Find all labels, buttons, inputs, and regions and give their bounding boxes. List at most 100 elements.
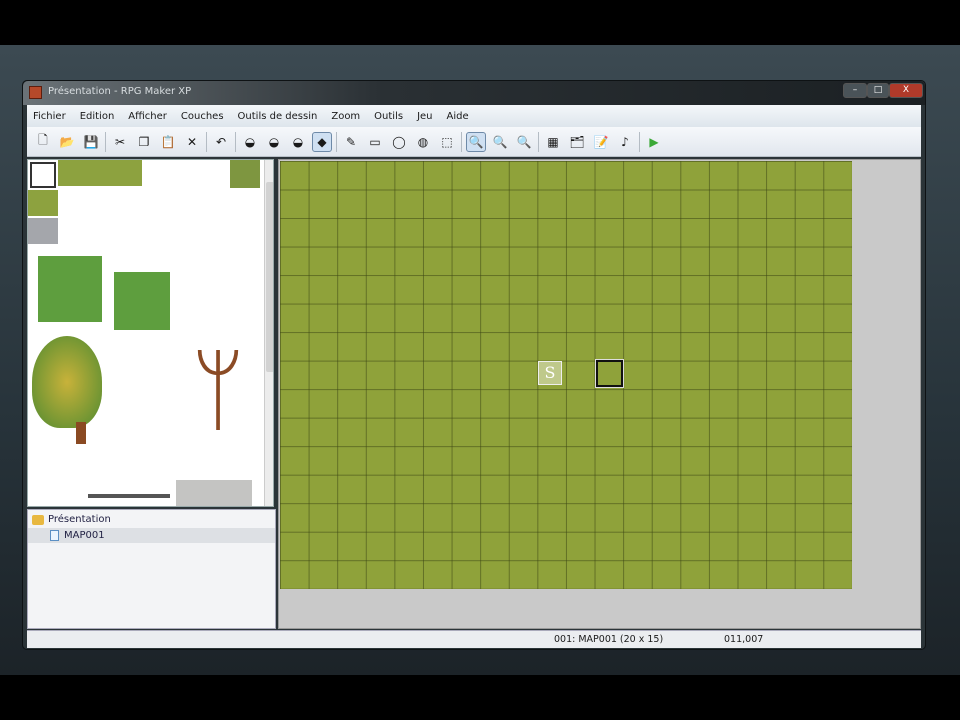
materialbase-icon: 🗂 bbox=[569, 134, 585, 149]
database-icon: ▦ bbox=[547, 134, 559, 149]
menu-fichier[interactable]: Fichier bbox=[33, 111, 66, 122]
save-button[interactable]: 💾 bbox=[81, 132, 101, 152]
grass-tile-row bbox=[58, 160, 142, 186]
title-bar: Présentation - RPG Maker XP – □ X bbox=[23, 81, 925, 105]
delete-icon: ✕ bbox=[186, 134, 198, 149]
status-map-info: 001: MAP001 (20 x 15) bbox=[554, 634, 664, 645]
dead-tree-tile: ᛘ bbox=[191, 338, 245, 443]
toolbar-separator bbox=[461, 131, 462, 152]
minimize-button[interactable]: – bbox=[843, 83, 867, 98]
player-start-event[interactable]: S bbox=[538, 361, 562, 385]
layer2-icon: ◒ bbox=[268, 134, 280, 149]
bench-tile bbox=[88, 494, 170, 498]
toolbar-separator bbox=[336, 131, 337, 152]
tileset-panel[interactable]: ᛘ bbox=[27, 159, 274, 507]
map-tree: Présentation MAP001 bbox=[27, 509, 276, 629]
toolbar-separator bbox=[105, 131, 106, 152]
map-editor[interactable]: S bbox=[278, 159, 921, 629]
layer1-icon: ◒ bbox=[244, 134, 256, 149]
playtest-icon: ▶ bbox=[649, 134, 659, 149]
pencil-icon: ✎ bbox=[345, 134, 357, 149]
menu-afficher[interactable]: Afficher bbox=[128, 111, 167, 122]
bush-tile bbox=[114, 272, 170, 330]
undo-button[interactable]: ↶ bbox=[211, 132, 231, 152]
layer2-button[interactable]: ◒ bbox=[264, 132, 284, 152]
database-button[interactable]: ▦ bbox=[543, 132, 563, 152]
toolbar-separator bbox=[235, 131, 236, 152]
zoom-1-2-button[interactable]: 🔍 bbox=[490, 132, 510, 152]
tree-map-item[interactable]: MAP001 bbox=[28, 528, 275, 543]
status-coordinates: 011,007 bbox=[724, 634, 764, 645]
undo-icon: ↶ bbox=[215, 134, 227, 149]
events-layer-button[interactable]: ◆ bbox=[312, 131, 332, 152]
map-canvas[interactable]: S bbox=[280, 161, 852, 589]
bush-tile bbox=[38, 256, 102, 322]
tree-project[interactable]: Présentation bbox=[32, 514, 111, 525]
select-button[interactable]: ⬚ bbox=[437, 132, 457, 152]
copy-icon: ❐ bbox=[138, 134, 150, 149]
menu-jeu[interactable]: Jeu bbox=[417, 111, 432, 122]
menu-aide[interactable]: Aide bbox=[447, 111, 469, 122]
new-icon: 🗋 bbox=[38, 133, 48, 147]
zoom-1-4-button[interactable]: 🔍 bbox=[514, 132, 534, 152]
project-label: Présentation bbox=[48, 514, 111, 525]
zoom-1-1-button[interactable]: 🔍 bbox=[466, 131, 486, 152]
zoom-1-4-icon: 🔍 bbox=[516, 134, 532, 149]
delete-button[interactable]: ✕ bbox=[182, 132, 202, 152]
scrollbar-thumb[interactable] bbox=[266, 182, 273, 372]
map-icon bbox=[50, 530, 59, 541]
rectangle-icon: ▭ bbox=[369, 134, 381, 149]
rectangle-button[interactable]: ▭ bbox=[365, 132, 385, 152]
layer3-button[interactable]: ◒ bbox=[288, 132, 308, 152]
copy-button[interactable]: ❐ bbox=[134, 132, 154, 152]
fill-icon: ◍ bbox=[417, 134, 429, 149]
script-editor-button[interactable]: 📝 bbox=[591, 132, 611, 152]
map-label: MAP001 bbox=[64, 530, 105, 541]
menu-outils[interactable]: Outils bbox=[374, 111, 403, 122]
tile-selection-cursor bbox=[30, 162, 56, 188]
sound-test-button[interactable]: ♪ bbox=[615, 132, 635, 152]
pencil-button[interactable]: ✎ bbox=[341, 132, 361, 152]
menu-couches[interactable]: Couches bbox=[181, 111, 224, 122]
script-editor-icon: 📝 bbox=[593, 134, 609, 149]
layer1-button[interactable]: ◒ bbox=[240, 132, 260, 152]
ellipse-icon: ◯ bbox=[392, 134, 406, 149]
events-layer-icon: ◆ bbox=[317, 134, 327, 149]
menu-outils-de-dessin[interactable]: Outils de dessin bbox=[238, 111, 318, 122]
open-icon: 📂 bbox=[59, 134, 75, 149]
menu-zoom[interactable]: Zoom bbox=[331, 111, 360, 122]
stone-tile bbox=[28, 218, 58, 244]
map-cursor bbox=[595, 359, 624, 388]
layer3-icon: ◒ bbox=[292, 134, 304, 149]
menu-bar: Fichier Edition Afficher Couches Outils de d… bbox=[27, 105, 921, 127]
new-button[interactable]: 🗋 bbox=[33, 132, 53, 152]
fill-button[interactable]: ◍ bbox=[413, 132, 433, 152]
ellipse-button[interactable]: ◯ bbox=[389, 132, 409, 152]
app-icon bbox=[29, 86, 42, 99]
paste-button[interactable]: 📋 bbox=[158, 132, 178, 152]
maximize-button[interactable]: □ bbox=[867, 83, 889, 98]
tree-trunk-tile bbox=[76, 422, 86, 444]
sound-test-icon: ♪ bbox=[621, 134, 629, 149]
toolbar-separator bbox=[538, 131, 539, 152]
cut-button[interactable]: ✂ bbox=[110, 132, 130, 152]
folder-icon bbox=[32, 514, 44, 525]
fence-tile bbox=[176, 480, 252, 506]
zoom-1-1-icon: 🔍 bbox=[468, 134, 484, 149]
select-icon: ⬚ bbox=[441, 134, 453, 149]
tree-tile bbox=[32, 336, 102, 428]
cut-icon: ✂ bbox=[114, 134, 126, 149]
window-title: Présentation - RPG Maker XP bbox=[48, 86, 192, 97]
toolbar: 🗋 📂 💾 ✂ ❐ 📋 ✕ ↶ ◒ ◒ ◒ ◆ ✎ ▭ ◯ ◍ ⬚ 🔍 🔍 🔍 ▦ 🗂 📝 ♪ ▶ bbox=[27, 127, 921, 157]
grass-tile bbox=[28, 190, 58, 216]
materialbase-button[interactable]: 🗂 bbox=[567, 132, 587, 152]
status-bar: 001: MAP001 (20 x 15) 011,007 bbox=[27, 630, 921, 648]
tileset-scrollbar[interactable] bbox=[264, 160, 273, 506]
close-button[interactable]: X bbox=[889, 83, 923, 98]
menu-edition[interactable]: Edition bbox=[80, 111, 115, 122]
rock-tile bbox=[230, 160, 260, 188]
toolbar-separator bbox=[206, 131, 207, 152]
playtest-button[interactable]: ▶ bbox=[644, 132, 664, 152]
open-button[interactable]: 📂 bbox=[57, 132, 77, 152]
paste-icon: 📋 bbox=[160, 134, 176, 149]
